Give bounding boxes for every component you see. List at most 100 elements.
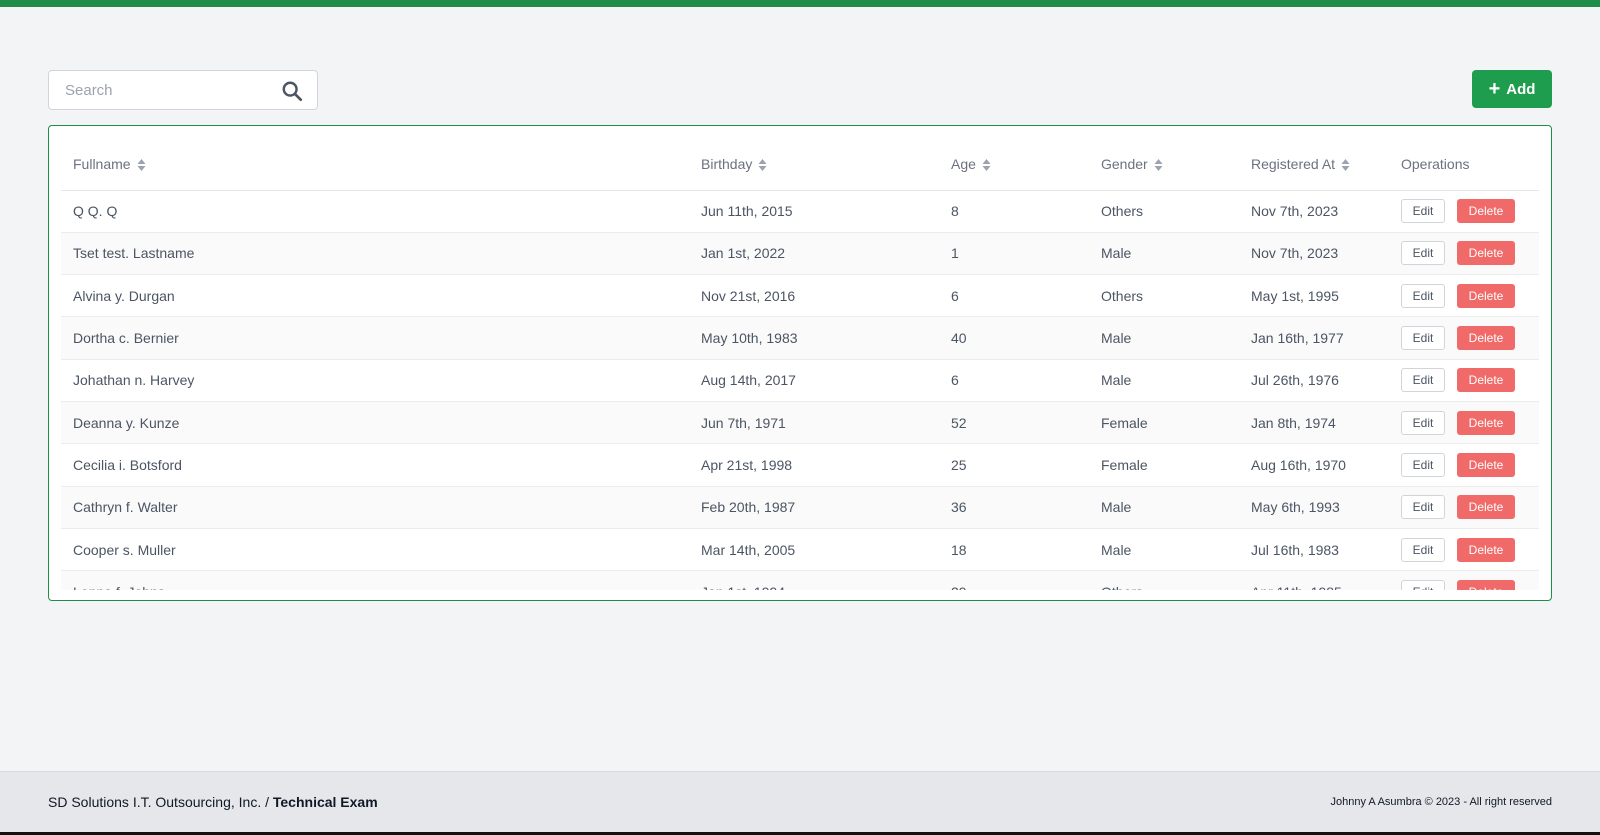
cell-age: 8 bbox=[939, 190, 1089, 233]
edit-button[interactable]: Edit bbox=[1401, 368, 1445, 393]
cell-fullname: Dortha c. Bernier bbox=[61, 316, 689, 360]
cell-gender: Others bbox=[1089, 274, 1239, 318]
cell-birthday: Feb 20th, 1987 bbox=[689, 486, 939, 529]
row-operations: Edit Delete bbox=[1401, 537, 1539, 562]
cell-registered-at: Jul 26th, 1976 bbox=[1239, 359, 1389, 402]
footer-project: Technical Exam bbox=[272, 794, 378, 810]
column-header-birthday[interactable]: Birthday bbox=[689, 138, 939, 191]
cell-birthday: Aug 14th, 2017 bbox=[689, 359, 939, 402]
sort-icon[interactable] bbox=[1154, 158, 1163, 172]
cell-birthday: Nov 21st, 2016 bbox=[689, 274, 939, 318]
search-icon[interactable] bbox=[281, 80, 303, 102]
edit-button[interactable]: Edit bbox=[1401, 537, 1445, 562]
cell-age: 25 bbox=[939, 443, 1089, 487]
cell-age: 29 bbox=[939, 570, 1089, 590]
table-row: Cecilia i. Botsford Apr 21st, 1998 25 Femal… bbox=[61, 443, 1539, 487]
edit-button[interactable]: Edit bbox=[1401, 410, 1445, 435]
cell-age: 52 bbox=[939, 401, 1089, 445]
cell-registered-at: Jul 16th, 1983 bbox=[1239, 528, 1389, 572]
cell-operations: Edit Delete bbox=[1389, 486, 1539, 529]
sort-icon[interactable] bbox=[1341, 158, 1350, 172]
search-input[interactable] bbox=[49, 71, 264, 109]
table-header-row: Fullname Birthday Age Gender Registered At Op… bbox=[61, 138, 1539, 191]
column-header-fullname[interactable]: Fullname bbox=[61, 138, 689, 191]
cell-gender: Others bbox=[1089, 570, 1239, 590]
delete-button[interactable]: Delete bbox=[1457, 326, 1515, 351]
cell-birthday: May 10th, 1983 bbox=[689, 316, 939, 360]
top-accent-bar bbox=[0, 0, 1600, 7]
sort-icon[interactable] bbox=[137, 158, 146, 172]
column-header-age[interactable]: Age bbox=[939, 138, 1089, 191]
edit-button[interactable]: Edit bbox=[1401, 199, 1445, 224]
column-header-label: Registered At bbox=[1251, 155, 1336, 172]
cell-age: 1 bbox=[939, 232, 1089, 276]
delete-button[interactable]: Delete bbox=[1457, 537, 1515, 562]
delete-button[interactable]: Delete bbox=[1457, 368, 1515, 393]
edit-button[interactable]: Edit bbox=[1401, 495, 1445, 520]
row-operations: Edit Delete bbox=[1401, 199, 1539, 224]
cell-registered-at: May 1st, 1995 bbox=[1239, 274, 1389, 318]
cell-fullname: Cecilia i. Botsford bbox=[61, 443, 689, 487]
cell-operations: Edit Delete bbox=[1389, 190, 1539, 233]
users-table: Fullname Birthday Age Gender Registered At Op… bbox=[61, 138, 1539, 590]
column-header-label: Gender bbox=[1101, 155, 1148, 172]
cell-fullname: Tset test. Lastname bbox=[61, 232, 689, 276]
delete-button[interactable]: Delete bbox=[1457, 410, 1515, 435]
edit-button[interactable]: Edit bbox=[1401, 452, 1445, 477]
row-operations: Edit Delete bbox=[1401, 283, 1539, 308]
sort-icon[interactable] bbox=[758, 158, 767, 172]
cell-operations: Edit Delete bbox=[1389, 316, 1539, 360]
cell-gender: Male bbox=[1089, 359, 1239, 402]
cell-operations: Edit Delete bbox=[1389, 359, 1539, 402]
cell-fullname: Lenna f. Johns bbox=[61, 570, 689, 590]
table-scroll-area[interactable]: Fullname Birthday Age Gender Registered At Op… bbox=[61, 138, 1539, 590]
cell-gender: Female bbox=[1089, 443, 1239, 487]
delete-button[interactable]: Delete bbox=[1457, 241, 1515, 266]
delete-button[interactable]: Delete bbox=[1457, 199, 1515, 224]
cell-registered-at: Jan 8th, 1974 bbox=[1239, 401, 1389, 445]
sort-icon[interactable] bbox=[982, 158, 991, 172]
column-header-label: Fullname bbox=[73, 155, 131, 172]
delete-button[interactable]: Delete bbox=[1457, 452, 1515, 477]
column-header-gender[interactable]: Gender bbox=[1089, 138, 1239, 191]
row-operations: Edit Delete bbox=[1401, 241, 1539, 266]
row-operations: Edit Delete bbox=[1401, 579, 1539, 590]
table-row: Cathryn f. Walter Feb 20th, 1987 36 Male May… bbox=[61, 486, 1539, 529]
cell-operations: Edit Delete bbox=[1389, 528, 1539, 572]
edit-button[interactable]: Edit bbox=[1401, 579, 1445, 590]
footer-copyright: Johnny A Asumbra © 2023 - All right rese… bbox=[1330, 796, 1552, 808]
edit-button[interactable]: Edit bbox=[1401, 241, 1445, 266]
search-box bbox=[48, 70, 318, 110]
page: + Add Fullname Birthday Age Gender Registere… bbox=[0, 0, 1600, 835]
column-header-registered-at[interactable]: Registered At bbox=[1239, 138, 1389, 191]
cell-gender: Male bbox=[1089, 316, 1239, 360]
delete-button[interactable]: Delete bbox=[1457, 579, 1515, 590]
cell-operations: Edit Delete bbox=[1389, 401, 1539, 445]
cell-gender: Male bbox=[1089, 528, 1239, 572]
table-row: Johathan n. Harvey Aug 14th, 2017 6 Male Jul… bbox=[61, 359, 1539, 402]
cell-age: 6 bbox=[939, 274, 1089, 318]
column-header-label: Birthday bbox=[701, 155, 753, 172]
cell-fullname: Cooper s. Muller bbox=[61, 528, 689, 572]
cell-registered-at: May 6th, 1993 bbox=[1239, 486, 1389, 529]
delete-button[interactable]: Delete bbox=[1457, 283, 1515, 308]
delete-button[interactable]: Delete bbox=[1457, 495, 1515, 520]
cell-gender: Others bbox=[1089, 190, 1239, 233]
edit-button[interactable]: Edit bbox=[1401, 326, 1445, 351]
cell-birthday: Jan 1st, 1994 bbox=[689, 570, 939, 590]
cell-gender: Male bbox=[1089, 486, 1239, 529]
edit-button[interactable]: Edit bbox=[1401, 283, 1445, 308]
footer-company: SD Solutions I.T. Outsourcing, Inc. / bbox=[48, 794, 273, 810]
cell-age: 36 bbox=[939, 486, 1089, 529]
table-row: Deanna y. Kunze Jun 7th, 1971 52 Female Jan … bbox=[61, 401, 1539, 445]
cell-operations: Edit Delete bbox=[1389, 570, 1539, 590]
cell-birthday: Jun 7th, 1971 bbox=[689, 401, 939, 445]
column-header-label: Age bbox=[951, 155, 976, 172]
column-header-label: Operations bbox=[1401, 155, 1470, 172]
row-operations: Edit Delete bbox=[1401, 495, 1539, 520]
cell-fullname: Johathan n. Harvey bbox=[61, 359, 689, 402]
add-button[interactable]: + Add bbox=[1472, 70, 1552, 108]
table-row: Tset test. Lastname Jan 1st, 2022 1 Male Nov… bbox=[61, 232, 1539, 276]
table-row: Alvina y. Durgan Nov 21st, 2016 6 Others May… bbox=[61, 274, 1539, 318]
table-row: Q Q. Q Jun 11th, 2015 8 Others Nov 7th, 2023… bbox=[61, 190, 1539, 233]
